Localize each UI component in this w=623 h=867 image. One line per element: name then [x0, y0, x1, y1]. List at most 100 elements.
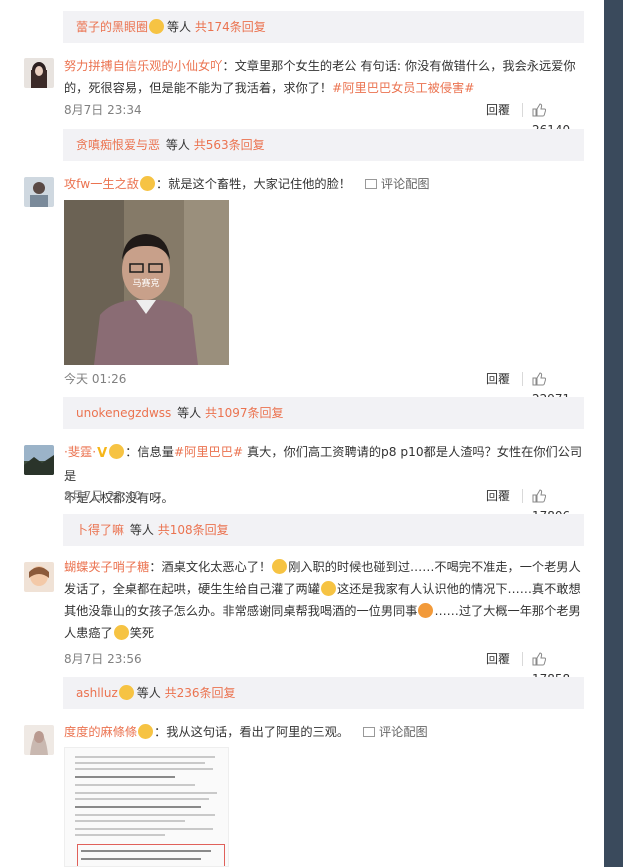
- text-line: [75, 768, 213, 770]
- text-line: [81, 858, 201, 860]
- reply-count-link[interactable]: 共563条回复: [194, 138, 265, 152]
- comment-meta: 今天 01:26 回覆 22971: [64, 369, 584, 406]
- comment-text: ：酒桌文化太恶心了！: [149, 560, 272, 574]
- topic-link[interactable]: #阿里巴巴#: [174, 445, 243, 459]
- reply-user-name[interactable]: 蕾子的黑眼圈: [76, 20, 148, 34]
- comment-user-name[interactable]: 蝴蝶夹子哨子糖: [64, 560, 149, 574]
- reply-user-name[interactable]: 卜得了嘛: [76, 523, 124, 537]
- comment-body: 度度的麻條條 ：我从这句话，看出了阿里的三观。 评论配图: [64, 721, 584, 743]
- divider: [522, 103, 523, 117]
- reply-button[interactable]: 回覆: [486, 100, 510, 120]
- comment-image-link[interactable]: 评论配图: [364, 177, 430, 191]
- emoji-icon: [149, 19, 165, 34]
- reply-others-label: 等人: [136, 686, 161, 700]
- comment-meta: 8月7日 23:34 回覆 26140: [64, 100, 584, 137]
- comment-body: 蝴蝶夹子哨子糖：酒桌文化太恶心了！ 刚入职的时候也碰到过……不喝完不准走，一个老男…: [64, 556, 584, 644]
- avatar[interactable]: [24, 725, 54, 755]
- comment-text: 的，死很容易，但是能不能为了我活着，求你了！: [64, 81, 333, 95]
- comment-text: ……过了大概一年那个老男: [434, 604, 581, 618]
- text-line: [75, 806, 201, 808]
- thumbs-up-icon: [532, 489, 547, 503]
- thumbs-up-icon: [532, 103, 547, 117]
- reply-button[interactable]: 回覆: [486, 486, 510, 506]
- image-icon: [363, 727, 375, 737]
- emoji-icon: [109, 444, 125, 459]
- comment-timestamp: 8月7日 23:40: [64, 489, 142, 503]
- comment-timestamp: 8月7日 23:34: [64, 103, 142, 117]
- comment-timestamp: 8月7日 23:56: [64, 652, 142, 666]
- reply-user-name[interactable]: ashlluz: [76, 686, 118, 700]
- reply-button[interactable]: 回覆: [486, 649, 510, 669]
- photo-image: 马赛克: [64, 200, 229, 365]
- comment-text: ：信息量: [125, 445, 174, 459]
- reply-count-link[interactable]: 共1097条回复: [205, 406, 284, 420]
- avatar[interactable]: [24, 445, 54, 475]
- avatar[interactable]: [24, 177, 54, 207]
- text-line: [75, 776, 175, 778]
- reply-user-name[interactable]: unokenegzdwss: [76, 406, 171, 420]
- text-line: [75, 792, 217, 794]
- comment-body: 攻fw一生之敌 ：就是这个畜牲，大家记住他的脸！ 评论配图: [64, 173, 584, 195]
- reply-count-link[interactable]: 共236条回复: [165, 686, 236, 700]
- comment-user-name[interactable]: 度度的麻條條: [64, 725, 137, 739]
- comment-text: 这还是我家有人认识他的情况下……真不敢想: [336, 582, 581, 596]
- text-line: [81, 850, 211, 852]
- comment-body: 努力拼搏自信乐观的小仙女吖：文章里那个女生的老公 有句话: 你没有做错什么，我会…: [64, 55, 584, 99]
- comment-text: 其他没靠山的女孩子怎么办。非常感谢同桌帮我喝酒的一位男同事: [64, 604, 418, 618]
- reply-summary-bar[interactable]: 蕾子的黑眼圈 等人 共174条回复: [63, 11, 584, 43]
- reply-summary-bar[interactable]: unokenegzdwss 等人 共1097条回复: [63, 397, 584, 429]
- text-line: [75, 762, 205, 764]
- emoji-icon: [113, 625, 129, 640]
- text-line: [75, 834, 165, 836]
- comment-user-name[interactable]: 攻fw一生之敌: [64, 177, 139, 191]
- reply-summary-bar[interactable]: 贪嗔痴恨爱与恶 等人 共563条回复: [63, 129, 584, 161]
- emoji-icon: [139, 176, 155, 191]
- text-line: [75, 798, 209, 800]
- text-line: [75, 756, 215, 758]
- comment-meta: 8月7日 23:56 回覆 17858: [64, 649, 584, 686]
- topic-link[interactable]: #阿里巴巴女员工被侵害#: [332, 81, 474, 95]
- scrollbar-track[interactable]: [604, 0, 623, 867]
- reply-others-label: 等人: [165, 138, 190, 152]
- text-line: [75, 820, 185, 822]
- reply-others-label: 等人: [177, 406, 202, 420]
- reply-count-link[interactable]: 共108条回复: [158, 523, 229, 537]
- highlight-box: [77, 844, 225, 866]
- reply-button[interactable]: 回覆: [486, 369, 510, 389]
- verified-v-icon: V: [97, 446, 108, 461]
- emoji-icon: [138, 724, 154, 739]
- comment-text: ：就是这个畜牲，大家记住他的脸！: [155, 177, 351, 191]
- comment-text: 人患癌了: [64, 626, 113, 640]
- comment-user-name[interactable]: 努力拼搏自信乐观的小仙女吖: [64, 59, 222, 73]
- avatar[interactable]: [24, 58, 54, 88]
- avatar[interactable]: [24, 562, 54, 592]
- comment-screenshot-image[interactable]: [64, 747, 229, 867]
- comment-text: 刚入职的时候也碰到过……不喝完不准走，一个老男人: [288, 560, 581, 574]
- text-line: [75, 814, 215, 816]
- reply-user-name[interactable]: 贪嗔痴恨爱与恶: [76, 138, 160, 152]
- comment-list: 蕾子的黑眼圈 等人 共174条回复 努力拼搏自信乐观的小仙女吖：文章里那个女生的老…: [0, 0, 604, 867]
- comment-user-name[interactable]: ·斐霆·: [64, 445, 96, 459]
- thumbs-up-icon: [532, 652, 547, 666]
- image-icon: [364, 179, 377, 189]
- comment-text: 发话了，全桌都在起哄，硬生生给自己灌了两罐: [64, 582, 320, 596]
- thumbs-up-icon: [532, 372, 547, 386]
- comment-image-link[interactable]: 评论配图: [363, 725, 428, 739]
- comment-text: 笑死: [129, 626, 155, 640]
- divider: [522, 489, 523, 503]
- text-line: [75, 828, 213, 830]
- comment-text: ：我从这句话，看出了阿里的三观。: [154, 725, 350, 739]
- comment-photo[interactable]: 马赛克: [64, 200, 229, 365]
- divider: [522, 652, 523, 666]
- image-link-label: 评论配图: [380, 177, 430, 191]
- comment-text: ：文章里那个女生的老公 有句话: 你没有做错什么，我会永远爱你: [222, 59, 576, 73]
- reply-summary-bar[interactable]: 卜得了嘛 等人 共108条回复: [63, 514, 584, 546]
- emoji-icon: [418, 603, 434, 618]
- emoji-icon: [320, 581, 336, 596]
- comment-timestamp: 今天 01:26: [64, 372, 127, 386]
- reply-summary-bar[interactable]: ashlluz 等人 共236条回复: [63, 677, 584, 709]
- reply-count-link[interactable]: 共174条回复: [195, 20, 266, 34]
- divider: [522, 372, 523, 386]
- emoji-icon: [272, 559, 288, 574]
- reply-others-label: 等人: [167, 20, 192, 34]
